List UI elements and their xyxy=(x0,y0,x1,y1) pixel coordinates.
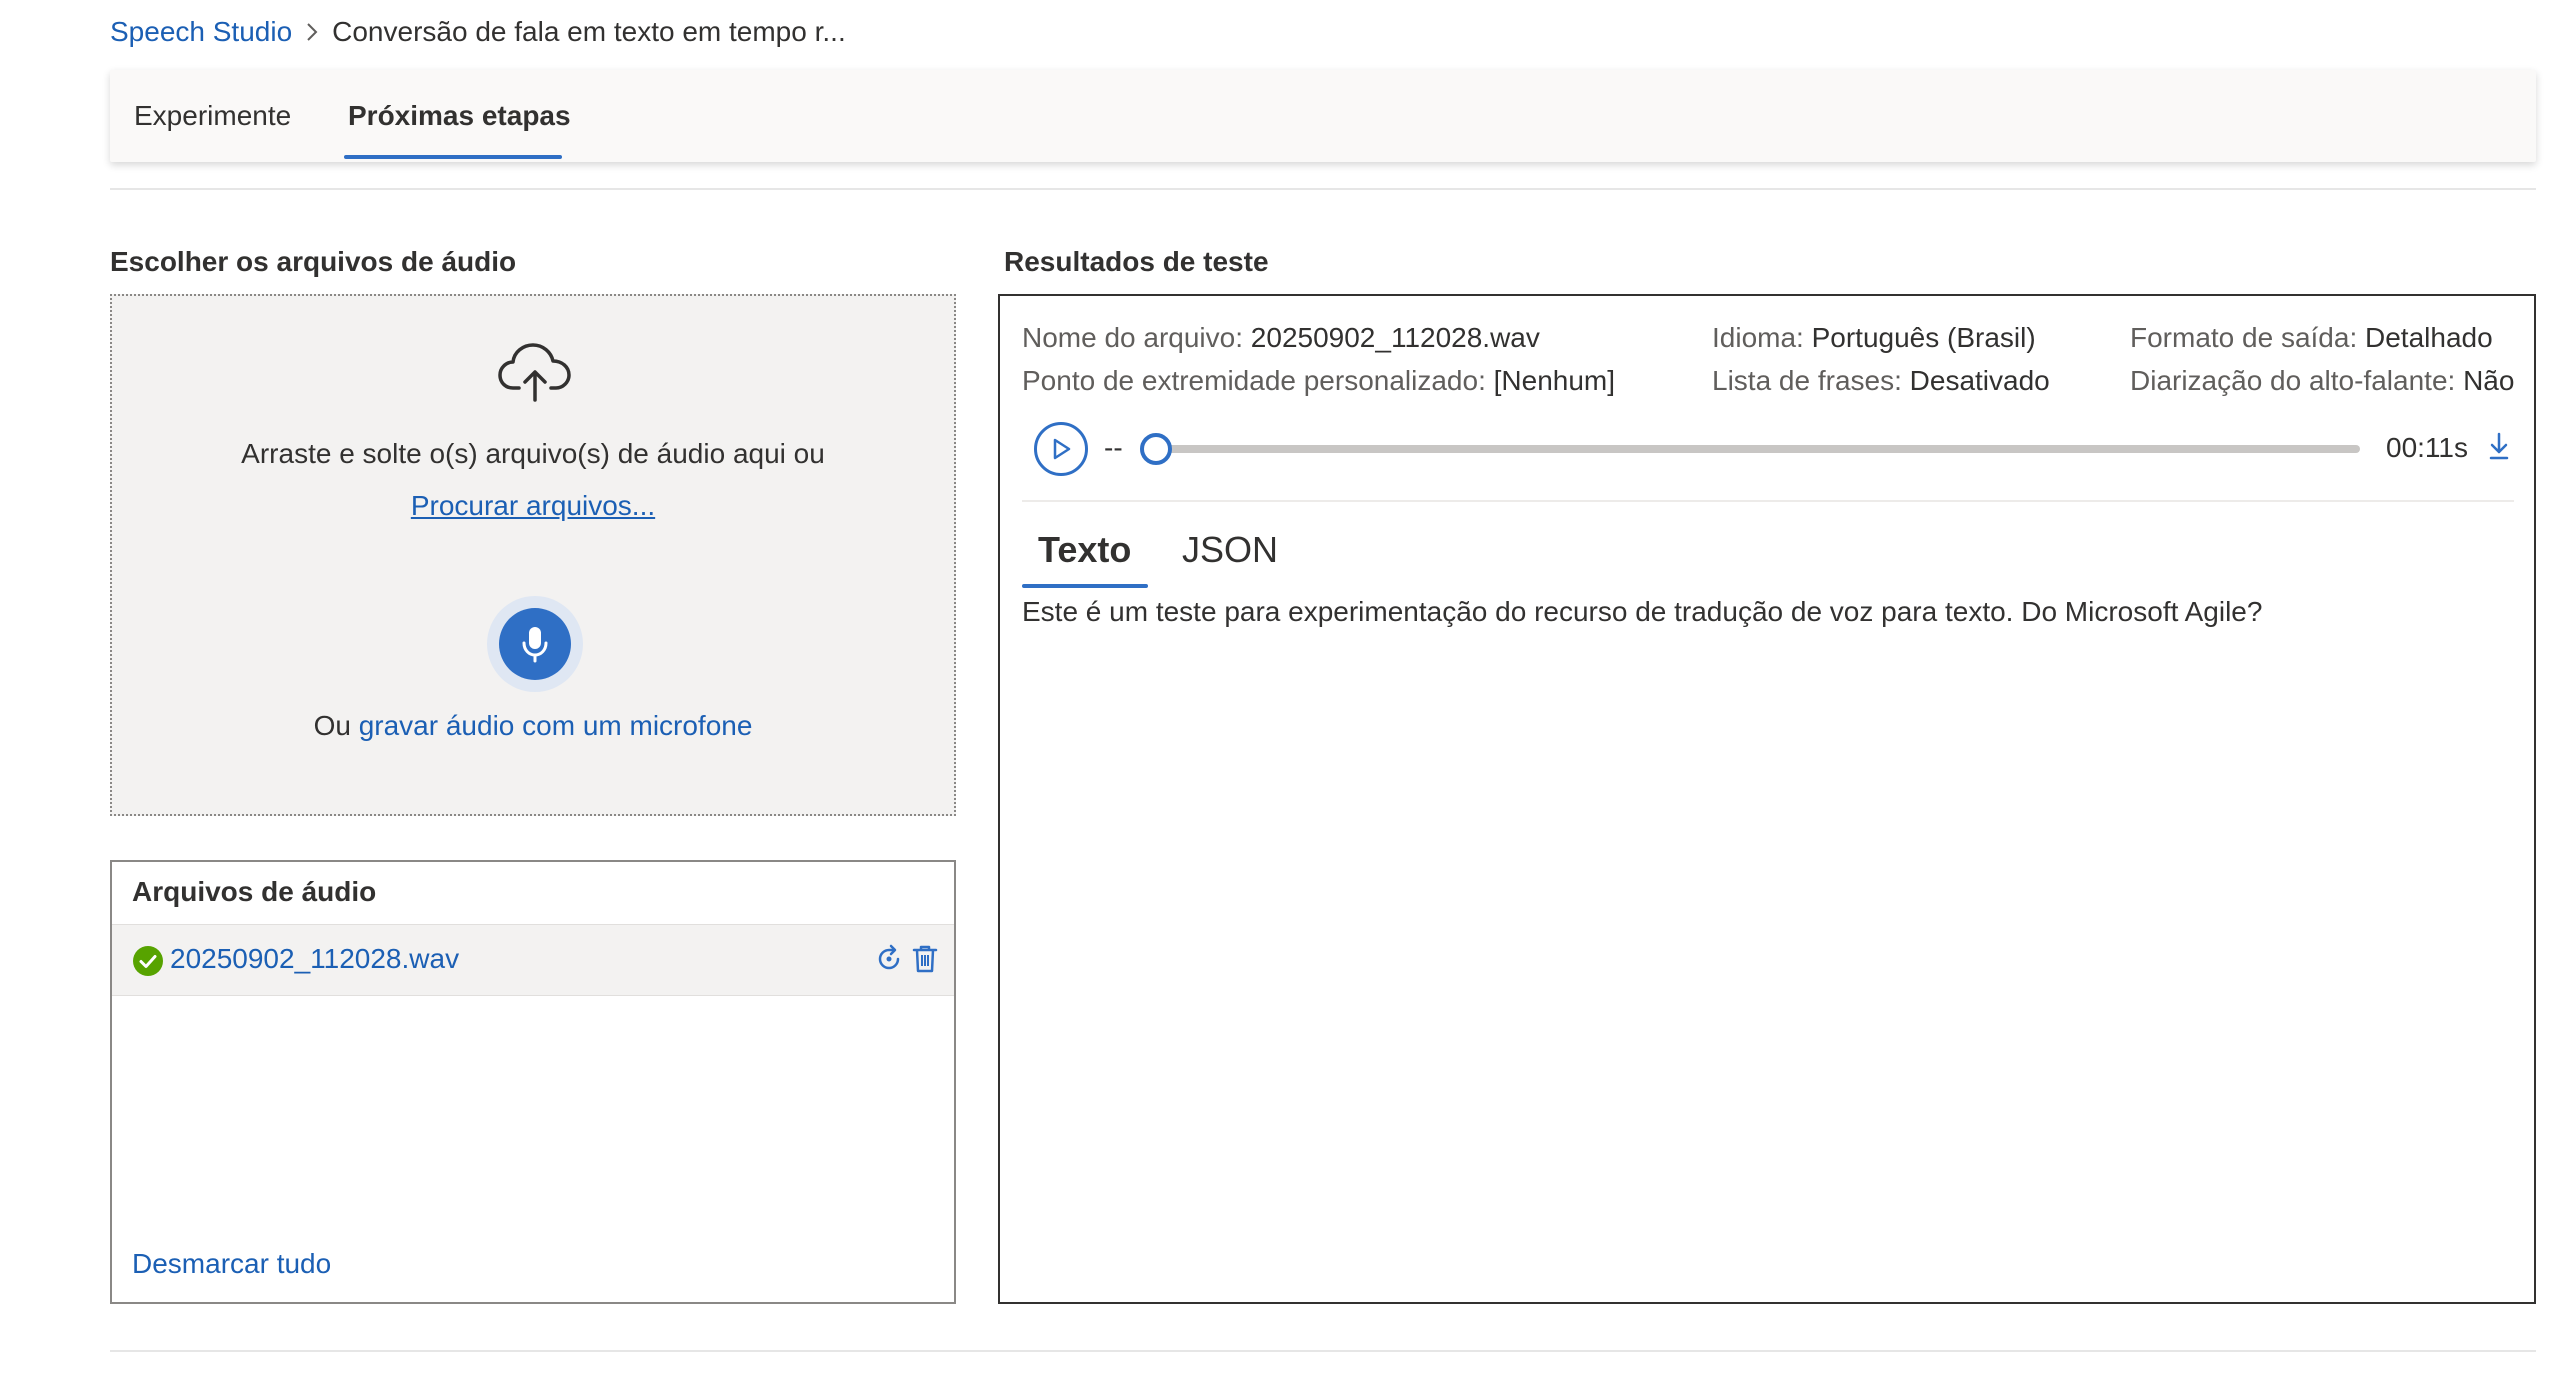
meta-file-name: Nome do arquivo: 20250902_112028.wav xyxy=(1022,322,1540,353)
tab-proximas-etapas[interactable]: Próximas etapas xyxy=(348,70,571,162)
dropzone-instructions: Arraste e solte o(s) arquivo(s) de áudio… xyxy=(241,438,825,469)
transcript-text: Este é um teste para experimentação do r… xyxy=(1022,596,2263,627)
breadcrumb-speech-studio-link[interactable]: Speech Studio xyxy=(110,16,292,48)
audio-files-title: Arquivos de áudio xyxy=(132,876,377,907)
audio-duration: 00:11s xyxy=(2386,432,2468,463)
test-results-panel: Nome do arquivo: 20250902_112028.wav Idi… xyxy=(998,294,2536,1304)
divider xyxy=(110,188,2536,190)
audio-dropzone[interactable]: Arraste e solte o(s) arquivo(s) de áudio… xyxy=(110,294,956,816)
breadcrumb-current-page: Conversão de fala em texto em tempo r... xyxy=(332,16,846,47)
results-section-title: Resultados de teste xyxy=(1004,246,1269,277)
breadcrumb: Speech Studio Conversão de fala em texto… xyxy=(110,12,846,52)
tab-experimente[interactable]: Experimente xyxy=(134,70,291,162)
audio-files-panel: Arquivos de áudio 20250902_112028.wav De… xyxy=(110,860,956,1304)
active-tab-indicator xyxy=(1022,584,1148,588)
audio-file-row[interactable]: 20250902_112028.wav xyxy=(112,924,954,996)
record-microphone-button[interactable] xyxy=(487,596,583,692)
cloud-upload-icon xyxy=(497,340,573,404)
browse-files-link[interactable]: Procurar arquivos... xyxy=(411,490,655,521)
microphone-icon[interactable] xyxy=(499,608,571,680)
active-tab-indicator xyxy=(344,155,562,159)
retry-icon[interactable] xyxy=(872,941,906,977)
record-with-microphone-link[interactable]: gravar áudio com um microfone xyxy=(359,710,753,741)
meta-output-format: Formato de saída: Detalhado xyxy=(2130,322,2493,353)
deselect-all-link[interactable]: Desmarcar tudo xyxy=(132,1248,331,1280)
seek-handle[interactable] xyxy=(1140,433,1172,465)
success-check-icon xyxy=(132,945,164,977)
meta-custom-endpoint: Ponto de extremidade personalizado: [Nen… xyxy=(1022,365,1616,396)
top-tabs-bar: Experimente Próximas etapas xyxy=(110,70,2536,162)
meta-language: Idioma: Português (Brasil) xyxy=(1712,322,2036,353)
elapsed-time: -- xyxy=(1104,432,1123,463)
record-prefix-text: Ou xyxy=(313,710,351,741)
tab-json[interactable]: JSON xyxy=(1182,520,1278,580)
divider xyxy=(110,1350,2536,1352)
audio-file-name[interactable]: 20250902_112028.wav xyxy=(170,943,459,975)
delete-icon[interactable] xyxy=(908,941,942,977)
play-icon xyxy=(1053,438,1071,460)
play-button[interactable] xyxy=(1034,422,1088,476)
audio-seek-bar[interactable] xyxy=(1158,445,2360,453)
download-icon[interactable] xyxy=(2484,428,2514,464)
meta-phrase-list: Lista de frases: Desativado xyxy=(1712,365,2050,396)
tab-texto[interactable]: Texto xyxy=(1038,520,1131,580)
upload-section-title: Escolher os arquivos de áudio xyxy=(110,246,517,277)
meta-speaker-diarization: Diarização do alto-falante: Não xyxy=(2130,365,2515,396)
chevron-right-icon xyxy=(292,20,332,44)
divider xyxy=(1022,500,2514,502)
